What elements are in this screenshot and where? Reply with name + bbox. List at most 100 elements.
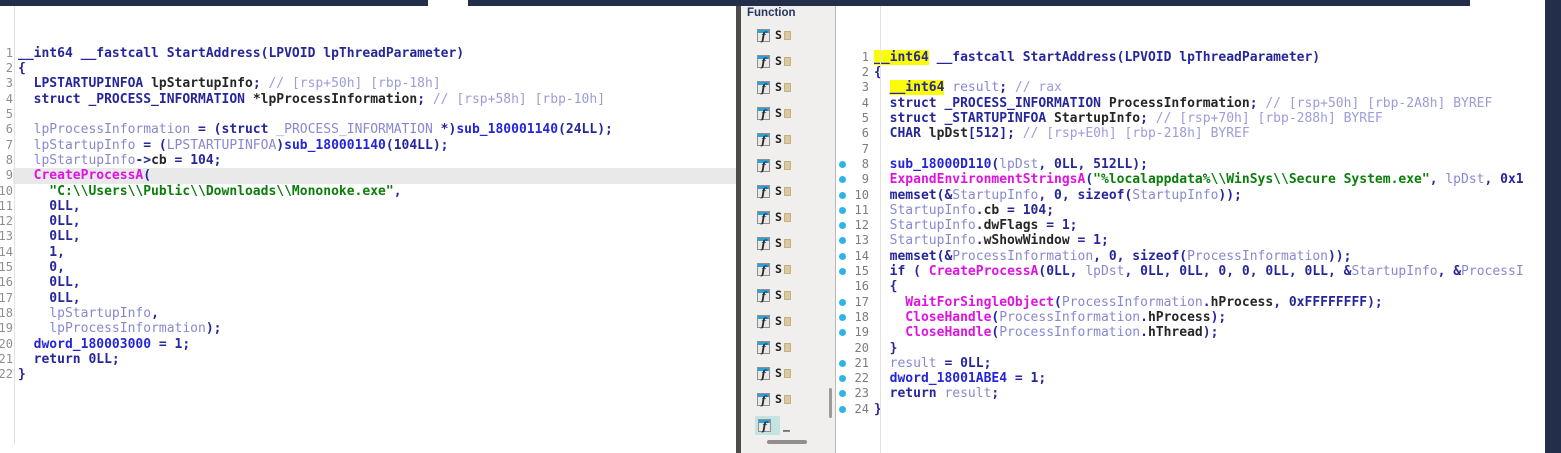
window-edge-strip-left (0, 0, 428, 6)
code-line[interactable]: 8 lpStartupInfo->cb = 104; (0, 153, 737, 168)
code-line[interactable]: 1 __int64 __fastcall StartAddress(LPVOID … (0, 46, 737, 61)
function-row-selected[interactable]: _ (755, 415, 835, 435)
code-line[interactable]: 11 0LL, (0, 199, 737, 214)
code-line[interactable]: 3 __int64 result; // rax (836, 80, 1545, 96)
code-line[interactable]: 11 StartupInfo.cb = 104; (836, 203, 1545, 218)
function-row[interactable]: S (755, 365, 835, 381)
function-row[interactable]: S (755, 261, 835, 277)
functions-horizontal-scrollbar-thumb[interactable] (767, 440, 807, 444)
code-line[interactable]: 5 struct _STARTUPINFOA StartupInfo; // [… (836, 111, 1545, 126)
code-line[interactable]: 10 memset(&StartupInfo, 0, sizeof(Startu… (836, 188, 1545, 203)
function-f-icon (757, 80, 770, 95)
address-dot-empty (836, 96, 849, 111)
code-line[interactable]: 13 StartupInfo.wShowWindow = 1; (836, 233, 1545, 248)
code-line[interactable]: 21 result = 0LL; (836, 356, 1545, 371)
line-number: 16 (854, 279, 869, 294)
code-text: StartupInfo.cb = 104; (874, 202, 1055, 218)
code-line[interactable]: 6 lpProcessInformation = (struct _PROCES… (0, 122, 737, 137)
address-dot-icon (836, 371, 849, 386)
code-text: 1, (18, 244, 65, 260)
code-line[interactable]: 23 return result; (836, 386, 1545, 401)
code-line[interactable]: 5 (0, 107, 737, 122)
function-row[interactable]: S (755, 235, 835, 251)
function-row[interactable]: S (755, 53, 835, 69)
line-number: 20 (854, 340, 869, 355)
code-line[interactable]: 20 } (836, 341, 1545, 356)
code-line[interactable]: 15 0, (0, 260, 737, 275)
code-line[interactable]: 2{ (0, 61, 737, 76)
code-line[interactable]: 9 CreateProcessA( (0, 168, 737, 184)
functions-list[interactable]: SSSSSSSSSSSSSSS_ (741, 27, 835, 443)
code-line[interactable]: 17 0LL, (0, 291, 737, 306)
function-row[interactable]: S (755, 27, 835, 43)
function-row[interactable]: S (755, 105, 835, 121)
code-text: { (874, 279, 898, 295)
code-line[interactable]: 12 StartupInfo.dwFlags = 1; (836, 218, 1545, 233)
code-line[interactable]: 19 lpProcessInformation); (0, 321, 737, 336)
function-row[interactable]: S (755, 287, 835, 303)
code-line[interactable]: 17 WaitForSingleObject(ProcessInformatio… (836, 295, 1545, 310)
code-line[interactable]: 4 struct _PROCESS_INFORMATION *lpProcess… (0, 92, 737, 107)
address-dot-empty (836, 50, 849, 65)
code-line[interactable]: 10 "C:\\Users\\Public\\Downloads\\Monono… (0, 184, 737, 199)
address-dot-empty (836, 126, 849, 141)
code-line[interactable]: 12 0LL, (0, 214, 737, 229)
line-number: 5 (5, 107, 13, 122)
function-row[interactable]: S (755, 339, 835, 355)
code-line[interactable]: 20 dword_180003000 = 1; (0, 337, 737, 352)
code-line[interactable]: 22} (0, 367, 737, 382)
code-line[interactable]: 24} (836, 402, 1545, 417)
code-text: } (874, 340, 898, 356)
code-text: } (874, 401, 882, 417)
code-line[interactable]: 7 (836, 142, 1545, 157)
pseudocode-pane-left[interactable]: 1 __int64 __fastcall StartAddress(LPVOID … (0, 0, 737, 445)
function-f-icon (757, 392, 770, 407)
code-line[interactable]: 1 __int64 __fastcall StartAddress(LPVOID … (836, 49, 1545, 65)
function-row[interactable]: S (755, 131, 835, 147)
code-line[interactable]: 9 ExpandEnvironmentStringsA("%localappda… (836, 172, 1545, 187)
address-dot-empty (836, 279, 849, 294)
function-f-icon (757, 54, 770, 69)
code-line[interactable]: 22 dword_18001ABE4 = 1; (836, 371, 1545, 386)
code-line[interactable]: 6 CHAR lpDst[512]; // [rsp+E0h] [rbp-218… (836, 126, 1545, 141)
function-row[interactable]: S (755, 313, 835, 329)
pseudocode-pane-right[interactable]: 1 __int64 __fastcall StartAddress(LPVOID … (836, 4, 1545, 453)
code-line[interactable]: 14 1, (0, 245, 737, 260)
function-row[interactable]: S (755, 79, 835, 95)
code-line[interactable]: 21 return 0LL; (0, 352, 737, 367)
function-row[interactable]: S (755, 209, 835, 225)
line-number: 24 (854, 401, 869, 416)
functions-panel[interactable]: Function SSSSSSSSSSSSSSS_ (741, 0, 836, 453)
code-line[interactable]: 18 CloseHandle(ProcessInformation.hProce… (836, 310, 1545, 325)
function-name-clipped-chip (783, 82, 791, 92)
code-line[interactable]: 16 { (836, 279, 1545, 294)
code-text: 0LL, (18, 275, 81, 291)
line-number: 8 (861, 156, 869, 171)
code-line[interactable]: 14 memset(&ProcessInformation, 0, sizeof… (836, 249, 1545, 264)
code-line[interactable]: 18 lpStartupInfo, (0, 306, 737, 321)
function-name-truncated: S (775, 158, 782, 172)
code-line[interactable]: 15 if ( CreateProcessA(0LL, lpDst, 0LL, … (836, 264, 1545, 279)
code-line[interactable]: 3 LPSTARTUPINFOA lpStartupInfo; // [rsp+… (0, 76, 737, 91)
line-number: 10 (854, 187, 869, 202)
function-row[interactable]: S (755, 183, 835, 199)
line-number: 1 (861, 49, 869, 64)
functions-vertical-scrollbar-thumb[interactable] (829, 388, 832, 418)
code-line[interactable]: 8 sub_18000D110(lpDst, 0LL, 512LL); (836, 157, 1545, 172)
code-line[interactable]: 2{ (836, 65, 1545, 80)
line-number: 7 (5, 137, 13, 152)
function-f-icon (758, 418, 771, 433)
line-number: 20 (0, 336, 13, 351)
code-line[interactable]: 19 CloseHandle(ProcessInformation.hThrea… (836, 325, 1545, 340)
code-line[interactable]: 16 0LL, (0, 275, 737, 290)
code-line[interactable]: 13 0LL, (0, 229, 737, 244)
code-text: sub_18000D110(lpDst, 0LL, 512LL); (874, 156, 1148, 172)
code-line[interactable]: 4 struct _PROCESS_INFORMATION ProcessInf… (836, 96, 1545, 111)
function-icon-cell (755, 157, 772, 174)
code-line[interactable]: 7 lpStartupInfo = (LPSTARTUPINFOA)sub_18… (0, 138, 737, 153)
code-text: lpProcessInformation = (struct _PROCESS_… (18, 122, 613, 138)
address-dot-icon (836, 386, 849, 401)
code-text: __int64 result; // rax (889, 80, 1062, 96)
function-row[interactable]: S (755, 157, 835, 173)
function-row[interactable]: S (755, 391, 835, 407)
